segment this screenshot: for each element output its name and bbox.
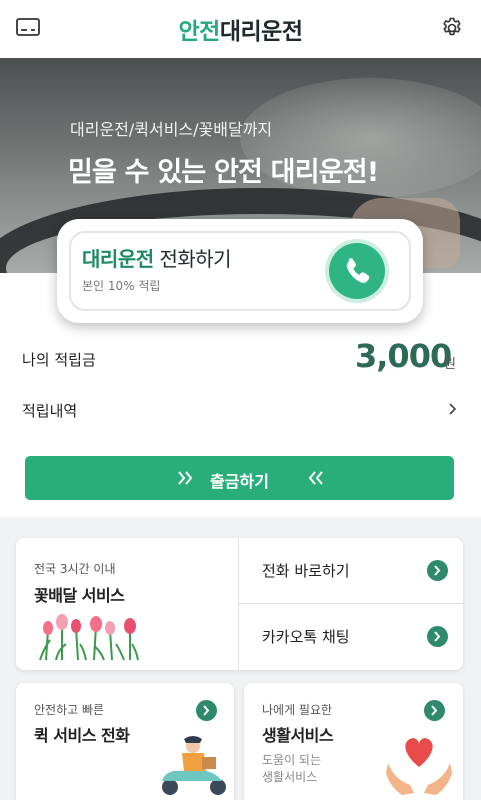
card-horizontal-divider	[239, 603, 463, 604]
withdraw-button[interactable]: 출금하기	[25, 456, 454, 500]
points-history-link[interactable]: 적립내역	[22, 400, 77, 421]
quick-small-text: 안전하고 빠른	[34, 703, 105, 717]
quick-title: 퀵 서비스 전화	[34, 726, 130, 745]
scooter-rider-illustration	[162, 736, 226, 795]
chevron-right-icon	[434, 565, 441, 576]
life-small-text: 나에게 필요한	[262, 703, 333, 717]
call-driver-card[interactable]: 대리운전 전화하기 본인 10% 적립	[57, 219, 423, 323]
withdraw-button-label: 출금하기	[210, 472, 269, 491]
card-vertical-divider	[238, 538, 239, 670]
kakao-chat-link[interactable]: 카카오톡 채팅	[262, 626, 350, 647]
double-chevron-left-icon	[308, 471, 323, 485]
chevron-right-icon[interactable]	[446, 402, 460, 416]
kakao-arrow-button[interactable]	[427, 626, 448, 647]
tulip-illustration	[39, 614, 139, 661]
heart-hands-illustration	[386, 738, 452, 795]
chevron-right-icon	[431, 705, 438, 716]
life-arrow-button[interactable]	[424, 700, 445, 721]
call-card-label: 대리운전 전화하기	[82, 243, 232, 272]
app-title: 안전대리운전	[0, 12, 481, 46]
app-title-accent: 안전	[178, 19, 221, 45]
call-card-note: 본인 10% 적립	[82, 279, 161, 293]
points-label: 나의 적립금	[22, 351, 96, 369]
call-direct-link[interactable]: 전화 바로하기	[262, 560, 350, 581]
quick-arrow-button[interactable]	[196, 700, 217, 721]
life-desc-line2: 생활서비스	[262, 770, 318, 784]
call-card-label-rest: 전화하기	[153, 247, 232, 271]
points-value: 3,000	[355, 337, 452, 375]
app-header: 안전대리운전	[0, 0, 481, 58]
points-unit: 원	[444, 357, 456, 372]
phone-call-button[interactable]	[329, 243, 385, 299]
chevron-right-icon	[203, 705, 210, 716]
hero-subtitle: 대리운전/퀵서비스/꽃배달까지	[70, 120, 273, 139]
quick-service-card[interactable]: 안전하고 빠른 퀵 서비스 전화	[16, 683, 234, 800]
app-title-rest: 대리운전	[219, 19, 303, 45]
call-direct-arrow-button[interactable]	[427, 560, 448, 581]
flower-service-card: 전국 3시간 이내 꽃배달 서비스 전화 바로하기 카카오톡 채팅	[16, 538, 463, 670]
call-card-label-accent: 대리운전	[82, 247, 154, 271]
life-service-card[interactable]: 나에게 필요한 생활서비스 도움이 되는 생활서비스	[244, 683, 463, 800]
phone-icon	[346, 258, 370, 283]
flower-title[interactable]: 꽃배달 서비스	[34, 582, 125, 606]
flower-small-text: 전국 3시간 이내	[34, 562, 116, 576]
gear-icon[interactable]	[440, 16, 464, 40]
life-title: 생활서비스	[262, 726, 334, 745]
life-desc-line1: 도움이 되는	[262, 753, 322, 767]
hero-headline: 믿을 수 있는 안전 대리운전!	[68, 157, 379, 188]
chevron-right-icon	[434, 631, 441, 642]
